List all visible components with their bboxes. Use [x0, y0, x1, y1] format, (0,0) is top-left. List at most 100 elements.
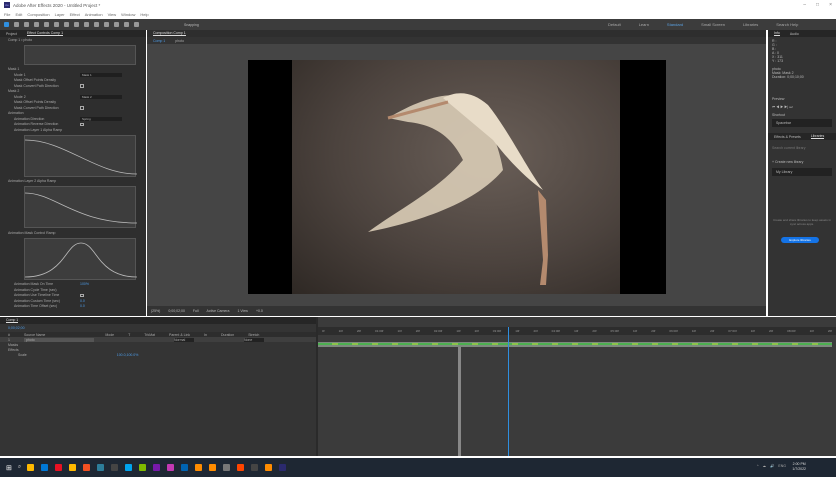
selection-tool-icon[interactable]: [4, 22, 9, 27]
taskbar-app-icon[interactable]: [167, 464, 175, 471]
taskbar-app-icon[interactable]: [97, 464, 105, 471]
effect-checkbox[interactable]: [80, 122, 84, 126]
menu-item-help[interactable]: Help: [140, 12, 148, 17]
menu-item-animation[interactable]: Animation: [85, 12, 103, 17]
rotate-tool-icon[interactable]: [34, 22, 39, 27]
menu-item-edit[interactable]: Edit: [15, 12, 22, 17]
effect-dropdown[interactable]: Mask 1: [80, 72, 122, 77]
taskbar-app-icon[interactable]: [83, 464, 91, 471]
taskbar-app-icon[interactable]: [237, 464, 245, 471]
effect-checkbox[interactable]: [80, 293, 84, 297]
shortcut-dropdown[interactable]: Spacebar: [772, 119, 832, 127]
taskbar-app-icon[interactable]: [181, 464, 189, 471]
menu-item-composition[interactable]: Composition: [27, 12, 49, 17]
my-library-item[interactable]: My Library: [772, 168, 832, 176]
explore-libraries-button[interactable]: Explore libraries: [781, 237, 819, 243]
exposure-value[interactable]: +0.0: [256, 309, 263, 313]
taskbar-app-icon[interactable]: [69, 464, 77, 471]
start-icon[interactable]: ⊞: [6, 464, 12, 472]
search-help[interactable]: Search Help: [776, 22, 798, 27]
workspace-small-screen[interactable]: Small Screen: [701, 22, 725, 27]
zoom-tool-icon[interactable]: [24, 22, 29, 27]
resolution-dropdown[interactable]: Full: [193, 309, 199, 313]
keyframe-marker[interactable]: [458, 347, 461, 456]
tab-effect-controls[interactable]: Effect Controls Comp 1: [26, 31, 64, 36]
puppet-tool-icon[interactable]: [134, 22, 139, 27]
tab-info[interactable]: Info: [774, 31, 780, 36]
taskbar-app-icon[interactable]: [223, 464, 231, 471]
taskbar-app-icon[interactable]: [139, 464, 147, 471]
workspace-default[interactable]: Default: [608, 22, 621, 27]
tab-project[interactable]: Project: [6, 32, 17, 36]
taskbar-app-icon[interactable]: [27, 464, 35, 471]
effect-value[interactable]: 0.0: [80, 304, 85, 308]
roto-tool-icon[interactable]: [124, 22, 129, 27]
breadcrumb-layer[interactable]: photo: [175, 39, 184, 43]
camera-tool-icon[interactable]: [44, 22, 49, 27]
effect-dropdown[interactable]: Mask 2: [80, 94, 122, 99]
scale-value[interactable]: 100.0,100.0%: [117, 353, 139, 357]
maximize-button[interactable]: □: [816, 2, 819, 8]
create-library-button[interactable]: + Create new library: [768, 158, 836, 166]
menu-item-layer[interactable]: Layer: [55, 12, 65, 17]
tab-libraries[interactable]: Libraries: [810, 134, 825, 139]
scale-property[interactable]: Scale 100.0,100.0%: [0, 352, 316, 357]
effect-value[interactable]: 0.0: [80, 299, 85, 303]
workspace-libraries[interactable]: Libraries: [743, 22, 758, 27]
taskbar-app-icon[interactable]: [41, 464, 49, 471]
camera-dropdown[interactable]: Active Camera: [207, 309, 230, 313]
language-indicator[interactable]: ENG: [778, 464, 786, 468]
brush-tool-icon[interactable]: [94, 22, 99, 27]
workspace-learn[interactable]: Learn: [639, 22, 649, 27]
views-dropdown[interactable]: 1 View: [237, 309, 247, 313]
workspace-standard[interactable]: Standard: [667, 22, 683, 27]
hand-tool-icon[interactable]: [14, 22, 19, 27]
taskbar-app-icon[interactable]: [279, 464, 287, 471]
minimize-button[interactable]: –: [803, 2, 806, 8]
effect-checkbox[interactable]: [80, 84, 84, 88]
menu-item-view[interactable]: View: [108, 12, 117, 17]
taskbar-app-icon[interactable]: [125, 464, 133, 471]
clone-tool-icon[interactable]: [104, 22, 109, 27]
taskbar-app-icon[interactable]: [209, 464, 217, 471]
text-tool-icon[interactable]: [84, 22, 89, 27]
pan-tool-icon[interactable]: [54, 22, 59, 27]
timeline-tracks[interactable]: 0f 10f 20f 01:00f 10f 20f 02:00f 10f 20f 03:00f 10…: [318, 317, 836, 456]
menu-item-effect[interactable]: Effect: [70, 12, 80, 17]
taskbar-app-icon[interactable]: [265, 464, 273, 471]
effect-dropdown[interactable]: Spring: [80, 116, 122, 121]
zoom-dropdown[interactable]: (25%): [151, 309, 160, 313]
tab-effects-presets[interactable]: Effects & Presets: [774, 135, 801, 139]
layer-name[interactable]: photo: [23, 337, 94, 342]
mask-tool-icon[interactable]: [64, 22, 69, 27]
timeline-timecode[interactable]: 0;00;02;00: [0, 324, 316, 332]
taskbar-app-icon[interactable]: [55, 464, 63, 471]
menu-item-file[interactable]: File: [4, 12, 10, 17]
breadcrumb-comp[interactable]: Comp 1: [153, 39, 165, 43]
time-ruler[interactable]: 0f 10f 20f 01:00f 10f 20f 02:00f 10f 20f 03:00f 10…: [318, 327, 836, 335]
playhead[interactable]: [508, 327, 509, 456]
composition-viewer[interactable]: [147, 44, 766, 306]
pen-tool-icon[interactable]: [74, 22, 79, 27]
snapping-toggle[interactable]: Snapping: [184, 23, 199, 27]
close-button[interactable]: ×: [829, 2, 832, 8]
taskbar-app-icon[interactable]: [195, 464, 203, 471]
library-search-input[interactable]: Search current library: [768, 144, 836, 152]
mode-dropdown[interactable]: Normal: [173, 337, 194, 342]
effect-value[interactable]: 100%: [80, 282, 89, 286]
taskbar-app-icon[interactable]: [111, 464, 119, 471]
parent-dropdown[interactable]: None: [243, 337, 264, 342]
tab-timeline-comp[interactable]: Comp 1: [6, 318, 19, 323]
effect-checkbox[interactable]: [80, 106, 84, 110]
timecode-display[interactable]: 0;00;02;00: [168, 309, 185, 313]
taskbar-app-icon[interactable]: [251, 464, 259, 471]
layer-bar[interactable]: [318, 342, 832, 347]
clock[interactable]: 2:00 PM 1/7/2022: [792, 462, 806, 472]
playback-controls[interactable]: ⏮ ◀ ▶ ▶| ⏭: [768, 103, 836, 111]
taskbar-app-icon[interactable]: [153, 464, 161, 471]
menu-item-window[interactable]: Window: [121, 12, 135, 17]
eraser-tool-icon[interactable]: [114, 22, 119, 27]
tab-audio[interactable]: Audio: [790, 32, 799, 36]
tab-composition[interactable]: Composition Comp 1: [153, 31, 186, 36]
search-icon[interactable]: ⌕: [18, 464, 21, 471]
